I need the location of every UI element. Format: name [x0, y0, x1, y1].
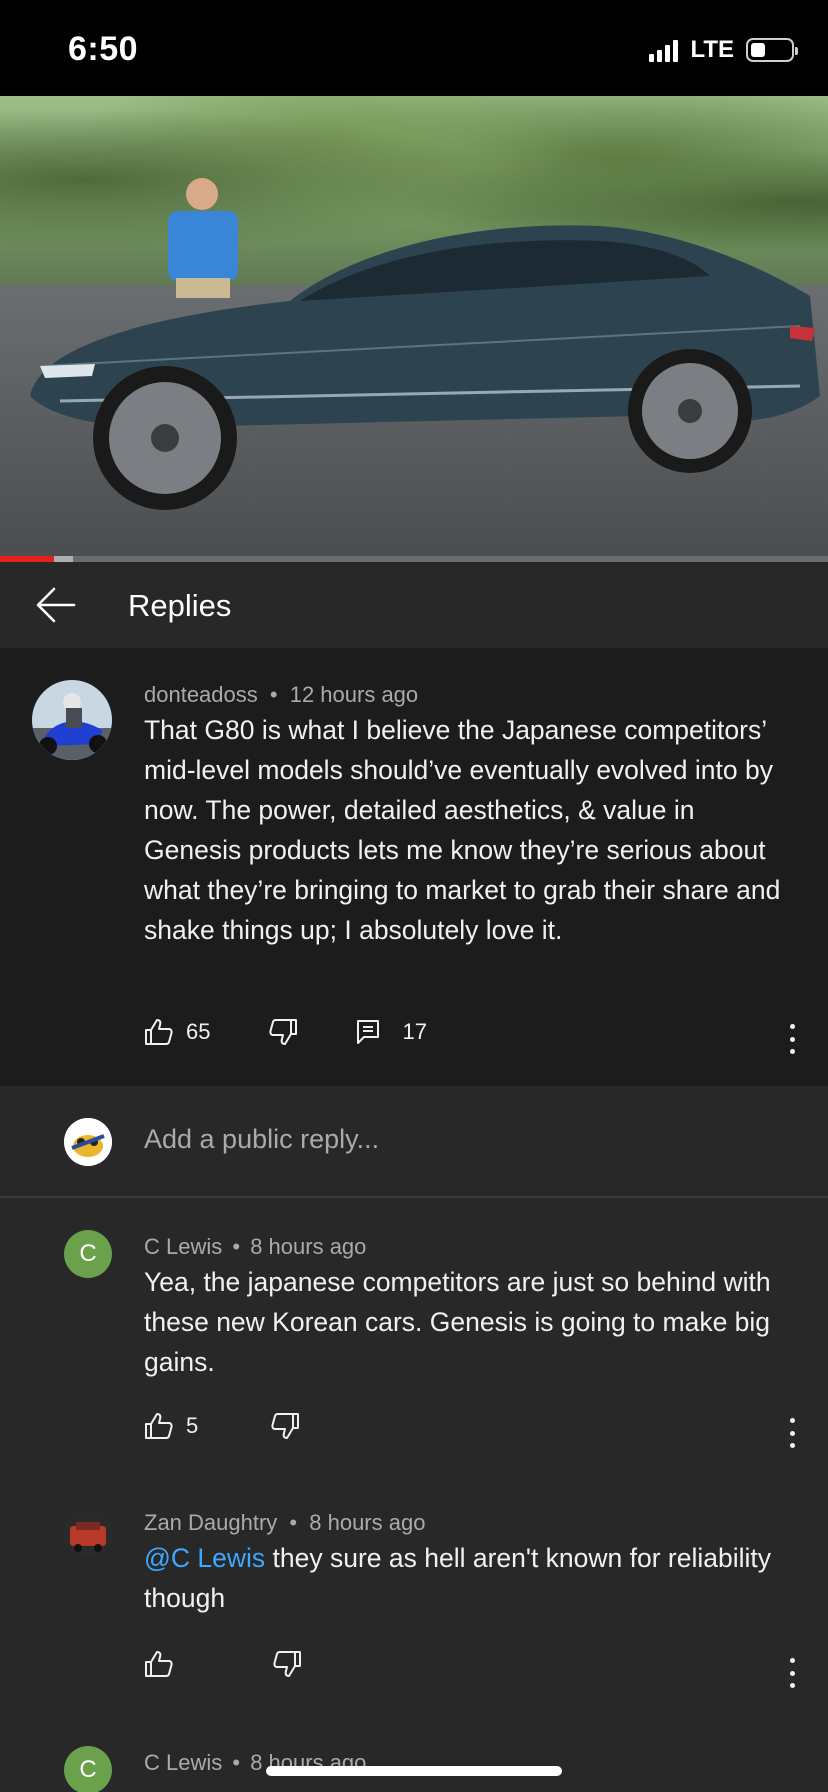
signal-icon	[649, 38, 679, 62]
comment-author[interactable]: C Lewis	[144, 1750, 222, 1775]
mention-link[interactable]: @C Lewis	[144, 1543, 265, 1573]
more-options-button[interactable]	[786, 1418, 798, 1448]
avatar[interactable]	[64, 1510, 112, 1558]
thumbs-up-icon	[145, 1651, 173, 1677]
more-options-button[interactable]	[786, 1024, 798, 1054]
thumbs-down-icon	[269, 1019, 298, 1045]
more-icon-dot	[789, 1024, 795, 1029]
reply-input[interactable]: Add a public reply...	[144, 1124, 379, 1155]
reply-item: Zan Daughtry • 8 hours ago @C Lewis they…	[0, 1470, 828, 1744]
avatar[interactable]	[32, 680, 112, 760]
comment-actions	[144, 1650, 302, 1678]
like-button[interactable]: 5	[144, 1412, 198, 1440]
replies-header: Replies	[0, 562, 828, 648]
thumbs-down-icon	[271, 1413, 300, 1439]
dislike-button[interactable]	[272, 1650, 302, 1678]
truck-avatar-image	[64, 1510, 112, 1558]
comment-text: That G80 is what I believe the Japanese …	[144, 715, 781, 945]
comment-actions: 65 17	[144, 1018, 427, 1046]
comment-time: 8 hours ago	[250, 1234, 367, 1259]
like-count: 65	[186, 1019, 211, 1044]
letter-avatar[interactable]: C	[64, 1746, 112, 1792]
status-bar: 6:50 LTE	[0, 0, 828, 96]
reply-input-row: Add a public reply...	[0, 1086, 828, 1198]
comment-meta: C Lewis • 8 hours ago	[144, 1234, 366, 1260]
comment-author[interactable]: C Lewis	[144, 1234, 222, 1259]
meta-separator: •	[232, 1234, 241, 1259]
parent-comment: donteadoss • 12 hours ago That G80 is wh…	[0, 648, 828, 1086]
reply-count-button[interactable]: 17	[356, 1019, 427, 1045]
reply-count: 17	[402, 1019, 427, 1044]
comment-author[interactable]: donteadoss	[144, 682, 258, 707]
home-indicator[interactable]	[266, 1766, 562, 1776]
comment-time: 8 hours ago	[309, 1510, 426, 1535]
comment-author[interactable]: Zan Daughtry	[144, 1510, 277, 1535]
user-avatar	[64, 1118, 112, 1166]
comment-actions: 5	[144, 1412, 300, 1440]
letter-avatar[interactable]: C	[64, 1230, 112, 1278]
reply-item: C C Lewis • 8 hours ago Yea, the japanes…	[0, 1198, 828, 1470]
back-arrow-icon	[36, 587, 76, 623]
comment-text: Yea, the japanese competitors are just s…	[144, 1267, 771, 1377]
thumbs-up-icon	[145, 1413, 173, 1439]
meta-separator: •	[289, 1510, 298, 1535]
video-frame-car	[30, 178, 820, 510]
motorcycle-avatar-image	[32, 680, 112, 760]
dislike-button[interactable]	[268, 1018, 298, 1046]
like-button[interactable]: 65	[144, 1018, 210, 1046]
comment-icon	[357, 1020, 380, 1044]
comment-meta: Zan Daughtry • 8 hours ago	[144, 1510, 425, 1536]
status-time: 6:50	[68, 30, 139, 68]
meta-separator: •	[232, 1750, 241, 1775]
network-label: LTE	[690, 36, 734, 63]
like-button[interactable]	[144, 1650, 174, 1678]
comment-meta: donteadoss • 12 hours ago	[144, 682, 418, 708]
user-avatar-image	[64, 1118, 112, 1166]
comment-time: 12 hours ago	[289, 682, 419, 707]
thumbs-down-icon	[273, 1651, 301, 1677]
like-count: 5	[186, 1413, 199, 1438]
status-indicators: LTE	[649, 36, 798, 64]
back-button[interactable]	[36, 586, 76, 624]
dislike-button[interactable]	[270, 1412, 300, 1440]
page-title: Replies	[128, 588, 232, 623]
comment-text: @C Lewis they sure as hell aren't known …	[144, 1538, 794, 1618]
more-options-button[interactable]	[786, 1658, 798, 1688]
video-player[interactable]	[0, 96, 828, 562]
thumbs-up-icon	[145, 1019, 173, 1045]
meta-separator: •	[269, 682, 278, 707]
battery-icon	[746, 38, 798, 62]
